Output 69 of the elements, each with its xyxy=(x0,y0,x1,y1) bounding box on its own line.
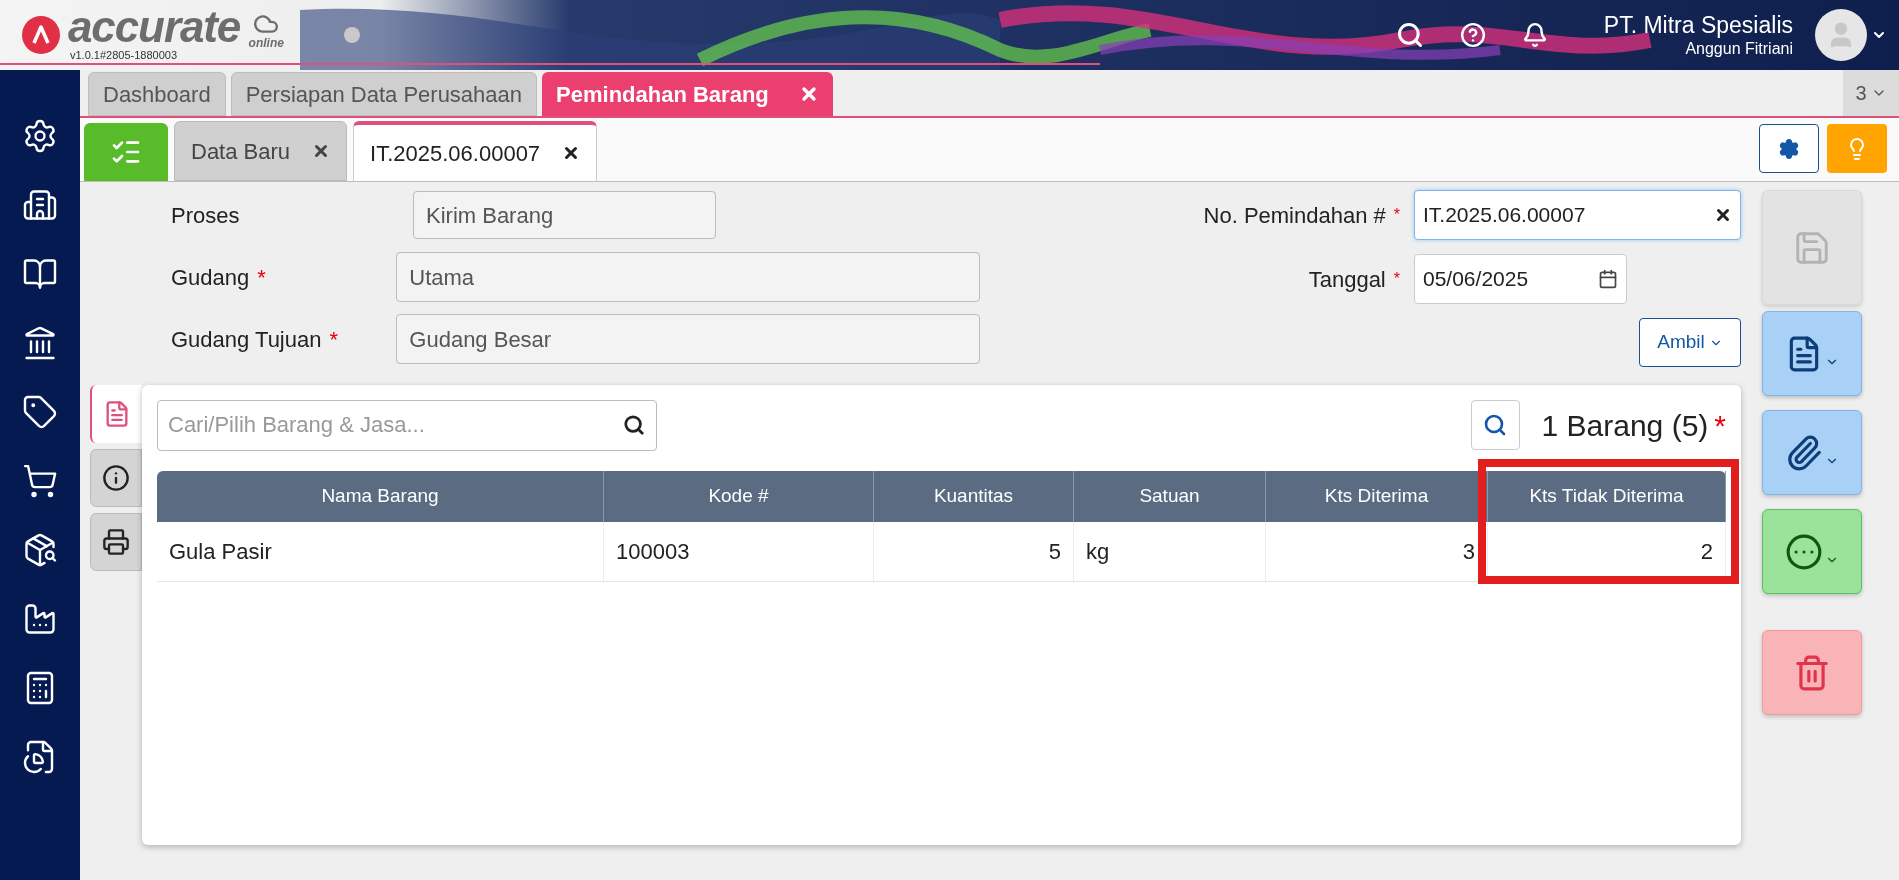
text-field[interactable]: Kirim Barang xyxy=(413,191,716,239)
cart-icon[interactable] xyxy=(22,463,58,499)
required-mark: * xyxy=(1393,205,1400,225)
settings-button[interactable] xyxy=(1759,124,1819,173)
table-cell: 100003 xyxy=(604,522,874,581)
field-label: Gudang Tujuan xyxy=(171,325,322,354)
field-label: Gudang xyxy=(171,263,250,292)
field-label: Proses xyxy=(171,201,240,230)
column-header[interactable]: Satuan xyxy=(1074,471,1266,522)
required-mark: * xyxy=(257,263,266,292)
company-name: PT. Mitra Spesialis xyxy=(1603,11,1793,39)
document-tab[interactable]: IT.2025.06.00007 xyxy=(353,121,598,181)
required-mark: * xyxy=(1714,407,1726,444)
column-header[interactable]: Kuantitas xyxy=(874,471,1074,522)
table-cell: 5 xyxy=(874,522,1074,581)
module-tab[interactable]: Dashboard xyxy=(88,72,226,116)
building-icon[interactable] xyxy=(22,187,58,223)
date-field[interactable]: 05/06/2025 xyxy=(1414,254,1627,304)
bank-icon[interactable] xyxy=(22,325,58,361)
printer-icon xyxy=(102,528,130,556)
document-tab[interactable]: Data Baru xyxy=(174,121,348,181)
fetch-button[interactable]: Ambil xyxy=(1639,318,1741,367)
help-icon[interactable] xyxy=(1459,22,1486,48)
paperclip-icon xyxy=(1785,433,1823,472)
column-header[interactable]: Kts Tidak Diterima xyxy=(1488,471,1726,522)
column-header[interactable]: Kode # xyxy=(604,471,874,522)
tab-count-dropdown[interactable]: 3 xyxy=(1843,70,1899,116)
ellipsis-circle-icon xyxy=(1785,532,1823,571)
module-tab[interactable]: Persiapan Data Perusahaan xyxy=(230,72,538,116)
table-cell: 2 xyxy=(1488,522,1726,581)
settings-icon[interactable] xyxy=(22,118,58,154)
search-icon xyxy=(1483,413,1508,437)
factory-icon[interactable] xyxy=(22,601,58,637)
search-icon[interactable] xyxy=(623,413,645,436)
column-header[interactable]: Nama Barang xyxy=(157,471,604,522)
item-count: 1 Barang (5) xyxy=(1541,407,1709,444)
side-tab[interactable] xyxy=(90,513,142,571)
item-search-field[interactable]: Cari/Pilih Barang & Jasa... xyxy=(157,399,657,451)
logo-text: accurate xyxy=(68,5,241,49)
text-field[interactable]: Utama xyxy=(396,252,980,302)
calendar-icon[interactable] xyxy=(1598,269,1618,289)
number-field[interactable]: IT.2025.06.00007 xyxy=(1414,190,1741,240)
clear-icon[interactable] xyxy=(1714,206,1732,224)
attachment-menu-button[interactable] xyxy=(1762,410,1862,495)
search-button[interactable] xyxy=(1470,400,1520,450)
more-menu-button[interactable] xyxy=(1762,509,1862,594)
text-field[interactable]: Gudang Besar xyxy=(396,314,980,364)
table-cell: Gula Pasir xyxy=(157,522,604,581)
table-cell: kg xyxy=(1074,522,1266,581)
trash-icon xyxy=(1793,653,1831,692)
gear-icon xyxy=(1778,137,1800,160)
required-mark: * xyxy=(329,325,339,354)
document-menu-button[interactable] xyxy=(1762,311,1862,396)
notification-icon[interactable] xyxy=(1521,22,1548,48)
field-label: Tanggal xyxy=(1308,265,1386,294)
info-icon xyxy=(102,464,130,492)
logo-subtitle: online xyxy=(248,37,284,49)
book-icon[interactable] xyxy=(22,256,58,292)
column-header[interactable]: Kts Diterima xyxy=(1266,471,1488,522)
table-cell: 3 xyxy=(1266,522,1488,581)
tag-icon[interactable] xyxy=(22,394,58,430)
delete-button[interactable] xyxy=(1762,630,1862,715)
field-label: No. Pemindahan # xyxy=(1203,201,1386,230)
search-icon[interactable] xyxy=(1395,21,1424,49)
side-tab[interactable] xyxy=(90,449,142,507)
version-text: v1.0.1#2805-1880003 xyxy=(70,49,179,61)
module-tab[interactable]: Pemindahan Barang xyxy=(542,72,833,116)
user-name: Anggun Fitriani xyxy=(1685,39,1793,59)
required-mark: * xyxy=(1393,269,1400,289)
